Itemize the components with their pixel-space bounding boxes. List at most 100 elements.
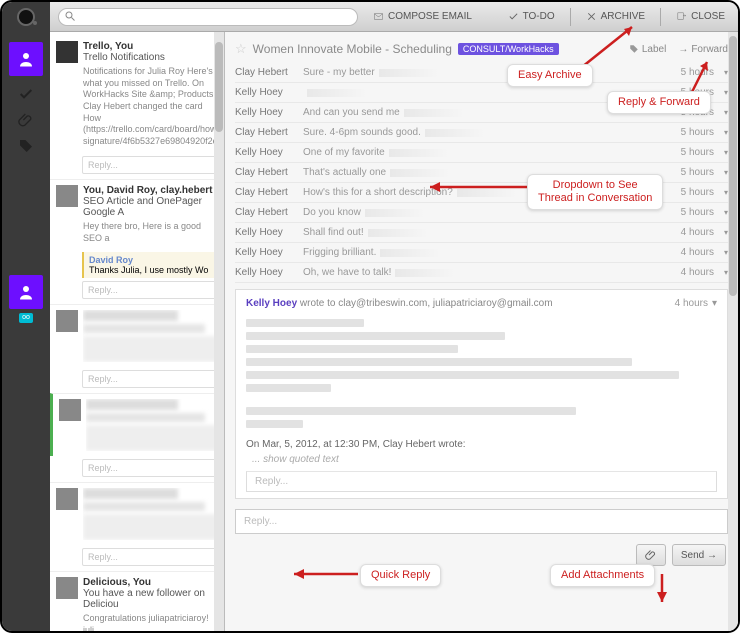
x-icon <box>586 11 597 22</box>
message-snippet: Sure - my better <box>303 67 675 78</box>
inline-reply[interactable]: Reply... <box>82 548 218 566</box>
message-snippet: And can you send me <box>303 107 675 118</box>
separator <box>570 8 571 26</box>
message-time: 5 hours <box>681 207 714 218</box>
message-sender: Kelly Hoey <box>235 247 297 258</box>
message-row[interactable]: Kelly HoeyOne of my favorite5 hours▾ <box>235 143 728 163</box>
app-logo <box>17 8 35 26</box>
message-time: 5 hours <box>681 67 714 78</box>
thread-header: ☆ Women Innovate Mobile - Scheduling CON… <box>235 38 728 63</box>
inline-reply[interactable]: Reply... <box>82 281 218 299</box>
user-avatar-2[interactable] <box>9 275 43 309</box>
message-row[interactable]: Clay HebertSure - my better5 hours▾ <box>235 63 728 83</box>
label-button[interactable]: Label <box>629 44 666 55</box>
attach-button[interactable] <box>636 544 666 566</box>
message-sender: Kelly Hoey <box>235 107 297 118</box>
message-row[interactable]: Clay Hebert How's this for a short descri… <box>235 183 728 203</box>
message-snippet: Frigging brilliant. <box>303 247 675 258</box>
close-label: CLOSE <box>691 11 725 22</box>
message-snippet: That's actually one <box>303 167 675 178</box>
archive-label: ARCHIVE <box>601 11 645 22</box>
inbox-item[interactable]: Trello, YouTrello NotificationsNotificat… <box>50 36 224 153</box>
message-snippet: Shall find out! <box>303 227 675 238</box>
mail-body: Hey there bro, Here is a good SEO a <box>83 221 218 244</box>
inbox-item[interactable] <box>50 393 224 456</box>
avatar <box>56 185 78 207</box>
send-button[interactable]: Send → <box>672 544 726 566</box>
inbox-item[interactable] <box>50 304 224 367</box>
mail-subject: Trello Notifications <box>83 52 218 63</box>
nested-reply: David RoyThanks Julia, I use mostly Wo <box>82 252 218 278</box>
message-row[interactable]: Clay Hebert Sure. 4-6pm sounds good. 5 hou… <box>235 123 728 143</box>
todo-button[interactable]: TO-DO <box>503 11 560 22</box>
app-sidebar: oo <box>2 2 50 631</box>
clip-icon[interactable] <box>18 112 34 128</box>
inbox-item[interactable] <box>50 482 224 545</box>
compose-box[interactable]: Reply... <box>235 509 728 534</box>
mail-from: You, David Roy, clay.hebert <box>83 185 218 196</box>
search-input[interactable] <box>58 8 358 26</box>
scrollbar[interactable] <box>728 32 738 631</box>
expanded-message: Kelly Hoey wrote to clay@tribeswin.com, … <box>235 289 728 499</box>
inbox-item[interactable]: You, David Roy, clay.hebertSEO Article a… <box>50 179 224 249</box>
mail-from: Delicious, You <box>83 577 218 588</box>
badge: oo <box>19 313 33 323</box>
clip-icon <box>645 549 657 561</box>
inline-reply[interactable]: Reply... <box>82 370 218 388</box>
message-snippet: Oh, we have to talk! <box>303 267 675 278</box>
inline-reply[interactable]: Reply... <box>82 459 218 477</box>
separator <box>660 8 661 26</box>
inline-reply-box[interactable]: Reply... <box>246 471 717 492</box>
search-icon <box>64 9 76 21</box>
expanded-time: 4 hours ▾ <box>675 298 717 309</box>
archive-button[interactable]: ARCHIVE <box>581 11 650 22</box>
message-row[interactable]: Kelly HoeyFrigging brilliant.4 hours▾ <box>235 243 728 263</box>
message-snippet: Sure. 4-6pm sounds good. <box>303 127 675 138</box>
star-icon[interactable]: ☆ <box>235 41 247 57</box>
message-row[interactable]: Kelly HoeyAnd can you send me5 hours▾ <box>235 103 728 123</box>
quote-header: On Mar, 5, 2012, at 12:30 PM, Clay Heber… <box>246 439 717 450</box>
message-snippet: Do you know <box>303 207 675 218</box>
compose-button[interactable]: COMPOSE EMAIL <box>368 11 477 22</box>
message-sender: Kelly Hoey <box>235 147 297 158</box>
chevron-down-icon[interactable]: ▾ <box>712 298 717 309</box>
mail-icon <box>373 11 384 22</box>
message-row[interactable]: Clay HebertDo you know5 hours▾ <box>235 203 728 223</box>
message-sender: Clay Hebert <box>235 187 297 198</box>
show-quoted[interactable]: ... show quoted text <box>252 454 717 465</box>
topbar: COMPOSE EMAIL TO-DO ARCHIVE CLOSE <box>50 2 738 32</box>
expanded-recipients: wrote to clay@tribeswin.com, juliapatric… <box>297 298 552 309</box>
message-row[interactable]: Clay HebertThat's actually one5 hours▾ <box>235 163 728 183</box>
thread-tag[interactable]: CONSULT/WorkHacks <box>458 43 559 55</box>
inline-reply[interactable]: Reply... <box>82 156 218 174</box>
inbox-item[interactable]: Delicious, YouYou have a new follower on… <box>50 571 224 631</box>
message-sender: Kelly Hoey <box>235 267 297 278</box>
mail-subject: You have a new follower on Deliciou <box>83 588 218 610</box>
thread-title: Women Innovate Mobile - Scheduling <box>253 42 452 56</box>
message-snippet: How's this for a short description? <box>303 187 675 198</box>
expanded-sender: Kelly Hoey <box>246 298 297 309</box>
tag-icon[interactable] <box>18 138 34 154</box>
message-snippet <box>303 89 675 97</box>
message-time: 5 hours <box>681 147 714 158</box>
message-time: 4 hours <box>681 267 714 278</box>
message-sender: Clay Hebert <box>235 127 297 138</box>
message-time: 4 hours <box>681 247 714 258</box>
message-snippet: One of my favorite <box>303 147 675 158</box>
close-button[interactable]: CLOSE <box>671 11 730 22</box>
user-avatar[interactable] <box>9 42 43 76</box>
message-time: 5 hours <box>681 167 714 178</box>
compose-actions: Send → <box>235 540 728 570</box>
check-icon <box>508 11 519 22</box>
message-time: 5 hours <box>681 187 714 198</box>
message-row[interactable]: Kelly HoeyShall find out!4 hours▾ <box>235 223 728 243</box>
check-icon[interactable] <box>18 86 34 102</box>
forward-button[interactable]: →Forward <box>678 44 728 55</box>
message-body-blur <box>246 407 717 429</box>
message-row[interactable]: Kelly Hoey5 hours▾ <box>235 83 728 103</box>
message-sender: Clay Hebert <box>235 67 297 78</box>
message-row[interactable]: Kelly HoeyOh, we have to talk!4 hours▾ <box>235 263 728 283</box>
message-time: 5 hours <box>681 127 714 138</box>
scrollbar[interactable] <box>214 32 224 631</box>
message-sender: Clay Hebert <box>235 207 297 218</box>
